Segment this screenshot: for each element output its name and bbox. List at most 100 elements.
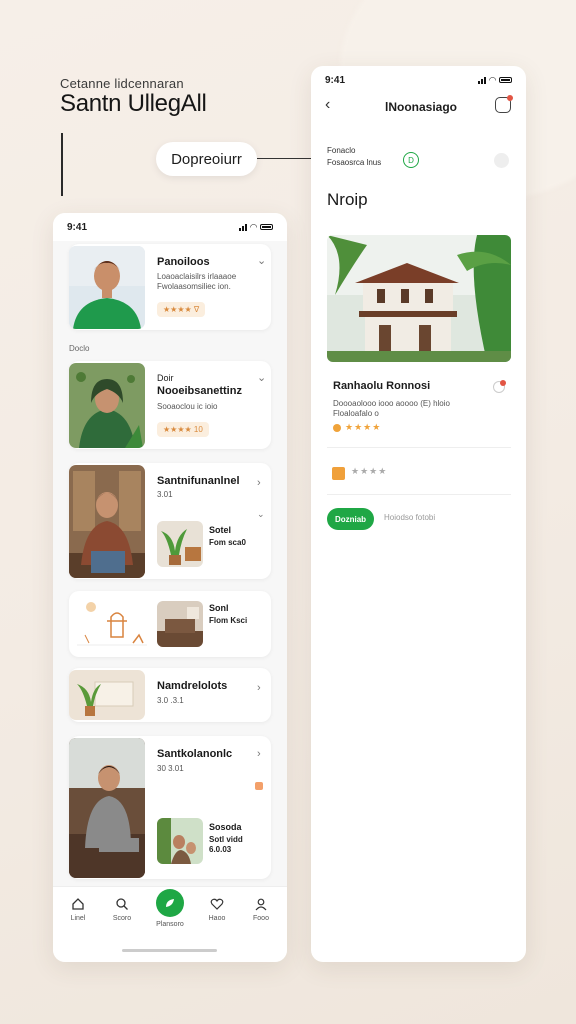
people-thumbnail [157,818,203,864]
chevron-right-icon[interactable]: › [257,682,261,694]
card-title: Santkolanonlc [157,748,233,760]
signal-icon [478,76,487,84]
divider [327,494,511,495]
mini-subtitle: Sotl vidd 6.0.03 [209,835,243,854]
rating-dot [333,424,341,432]
property-card[interactable]: Ranhaolu Ronnosi Doooaolooo iooo aoooo (… [327,372,511,448]
leaf-toggle-icon[interactable]: D [403,152,419,168]
card-title: Panoiloos [157,256,210,268]
person-photo [69,738,145,878]
rating-stars: ★★★★ [345,422,382,432]
chevron-down-icon[interactable]: ⌄ [257,254,266,267]
nav-label: Fooo [253,915,269,922]
wifi-icon: ◠ [250,221,257,232]
status-icons: ◠ [239,222,273,233]
mini-title: Sonl [209,603,229,613]
button-aside-text: Hoiodso fotobi [384,513,436,522]
search-icon [116,898,128,910]
furniture-illustration [77,597,147,653]
nav-plants[interactable]: Plansoro [150,921,190,928]
option-toggle[interactable] [494,153,509,168]
nav-label: Haoo [208,915,226,922]
primary-button[interactable]: Dozniab [327,508,374,530]
nav-label: Scoro [112,915,132,922]
card-subtitle: 3.0 .3.1 [157,696,184,705]
profile-icon [255,898,267,911]
page-title: lNoonasiago [385,100,458,114]
card-title: Namdrelolots [157,680,228,692]
status-bar: 9:41 ◠ [311,66,526,94]
mini-subtitle: Fom sca0 [209,538,246,547]
section-heading: Nroip [327,190,368,209]
list-item[interactable]: Namdrelolots 3.0 .3.1 › [69,668,271,722]
room-thumbnail [157,601,203,647]
home-indicator [122,949,217,952]
heart-icon [210,898,224,910]
status-bar: 9:41 ◠ [53,213,287,241]
person-photo [69,363,145,448]
card-subtitle: Sooaoclou ic ioio [157,402,218,411]
status-time: 9:41 [325,74,346,86]
person-photo [69,246,145,329]
mini-title: Sosoda [209,822,242,832]
category-pill[interactable]: Dopreoiurr [156,142,257,176]
home-icon [72,898,84,910]
card-subtitle: Loaoaclaisilrs irlaaaoe Fwolaasomsiliec … [157,272,237,291]
plant-fab-button[interactable] [156,889,184,917]
chevron-right-icon[interactable]: › [257,748,261,760]
list-item[interactable]: Santnifunanlnel 3.01 › Sotel Fom sca0 ⌄ [69,463,271,579]
mini-subtitle: Flom Ksci [209,616,248,625]
status-marker [255,782,263,790]
right-phone-screen: 9:41 ◠ ‹ lNoonasiago Fonaclo Fosaosrca l… [311,66,526,962]
filter-sublabel: Fosaosrca lnus [327,158,382,167]
expand-icon[interactable]: ⌄ [257,509,265,520]
chevron-down-icon[interactable]: ⌄ [257,371,266,384]
card-title: Nooeibsanettinz [157,385,242,397]
nav-home[interactable]: Linel [58,897,98,922]
house-photo [327,235,511,362]
card-subtitle: 3.01 [157,490,173,499]
rating-stars: ★★★★ [351,466,388,476]
mini-title: Sotel [209,525,232,535]
bag-icon [332,467,345,480]
nav-profile[interactable]: Fooo [241,897,281,922]
battery-icon [499,77,512,83]
nav-favorites[interactable]: Haoo [197,897,237,922]
nav-label: Linel [70,915,86,922]
battery-icon [260,224,273,230]
rating-tag: ★★★★ ∇ [157,302,206,317]
section-label: Doclo [69,344,90,353]
review-row: ★★★★ [327,462,511,492]
card-title: Ranhaolu Ronnosi [333,380,431,392]
rating-tag: ★★★★ 10 [157,422,209,437]
back-arrow-icon[interactable]: ‹ [325,96,330,114]
list-item[interactable]: Doir Nooeibsanettinz Sooaoclou ic ioio ★… [69,361,271,449]
accent-line [61,133,63,196]
favorite-icon[interactable] [493,380,506,393]
nav-search[interactable]: Scoro [102,897,142,922]
card-title: Santnifunanlnel [157,475,240,487]
wifi-icon: ◠ [489,74,496,85]
bottom-nav: Linel Scoro Plansoro Haoo Fooo [53,886,287,962]
leaf-icon [166,899,174,907]
list-item[interactable]: Sonl Flom Ksci [69,591,271,657]
status-icons: ◠ [478,75,512,86]
person-photo [69,465,145,578]
list-item[interactable]: Santkolanonlc 30 3.01 › Sosoda Sotl vidd… [69,736,271,879]
card-pretitle: Doir [157,373,174,383]
top-bar: ‹ lNoonasiago [311,94,526,122]
brand-title: Santn UllegAll [60,90,207,117]
chevron-right-icon[interactable]: › [257,477,261,489]
left-phone-screen: 9:41 ◠ Panoiloos Loaoaclaisilrs irlaaaoe… [53,213,287,962]
plant-thumbnail [157,521,203,567]
status-time: 9:41 [67,221,88,233]
desk-photo [69,670,145,720]
filter-label: Fonaclo [327,146,356,155]
nav-label: Plansoro [156,921,184,928]
signal-icon [239,223,248,231]
notification-icon[interactable] [495,95,513,113]
list-item[interactable]: Panoiloos Loaoaclaisilrs irlaaaoe Fwolaa… [69,244,271,330]
card-subtitle: 30 3.01 [157,764,184,773]
card-subtitle: Doooaolooo iooo aoooo (E) hloio Floaloaf… [333,399,450,418]
kicker-text: Cetanne lidcennaran [60,76,184,91]
